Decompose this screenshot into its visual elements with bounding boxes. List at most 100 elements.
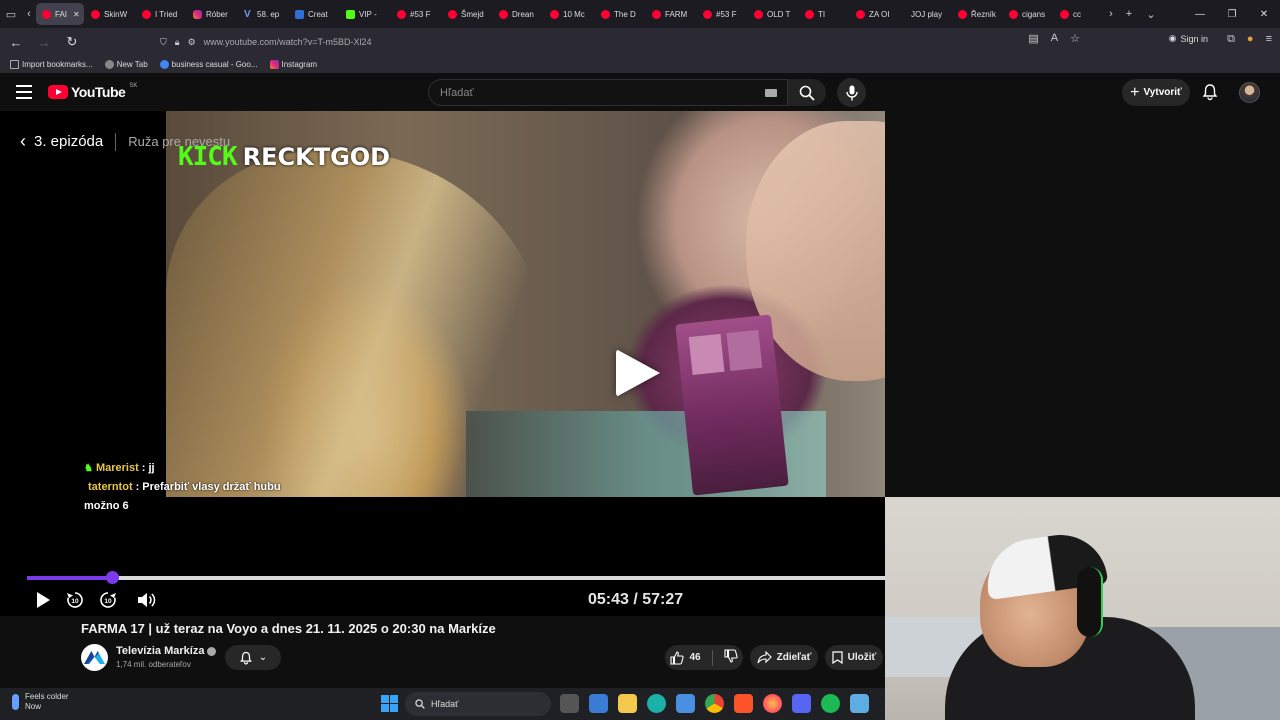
- rewind-10-button[interactable]: 10: [65, 590, 85, 610]
- browser-tab[interactable]: Róber: [187, 3, 237, 25]
- color-picker-icon[interactable]: ●: [1247, 33, 1254, 46]
- youtube-icon: [1009, 9, 1018, 19]
- browser-tab[interactable]: I Tried: [136, 3, 186, 25]
- search-input[interactable]: Hľadať: [428, 79, 788, 106]
- dislike-button[interactable]: [724, 649, 738, 666]
- browser-tab[interactable]: FARM: [646, 3, 696, 25]
- browser-tab[interactable]: VIP -: [340, 3, 390, 25]
- microsoft-store-icon[interactable]: [589, 694, 608, 713]
- extensions-icon[interactable]: ⧉: [1227, 33, 1235, 46]
- address-bar[interactable]: ⛉ 🔒︎ ⚙ www.youtube.com/watch?v=T-m5BD-Xl…: [150, 31, 1074, 53]
- tab-scroll-left-icon[interactable]: ‹: [22, 3, 36, 25]
- reader-view-icon[interactable]: ▤: [1028, 32, 1038, 45]
- channel-name-row[interactable]: Televízia Markíza: [116, 645, 217, 657]
- sign-in-button[interactable]: ◉ Sign in: [1169, 33, 1208, 44]
- microphone-icon: [845, 85, 858, 100]
- minimize-icon[interactable]: —: [1184, 0, 1216, 28]
- chevron-left-icon[interactable]: ‹: [20, 131, 26, 152]
- channel-name[interactable]: Televízia Markíza: [116, 645, 204, 657]
- lock-icon[interactable]: 🔒︎: [175, 37, 180, 48]
- bookmark-new-tab[interactable]: New Tab: [104, 60, 148, 69]
- youtube-icon: [142, 9, 151, 19]
- tab-label: SkinW: [104, 9, 128, 19]
- task-view-icon[interactable]: [560, 694, 579, 713]
- browser-tab[interactable]: 10 Mc: [544, 3, 594, 25]
- browser-tab[interactable]: SkinW: [85, 3, 135, 25]
- close-tab-icon[interactable]: ✕: [73, 10, 80, 19]
- spotify-icon[interactable]: [821, 694, 840, 713]
- back-icon[interactable]: ←: [4, 30, 28, 54]
- account-avatar[interactable]: [1239, 82, 1260, 103]
- browser-tab[interactable]: V 58. ep: [238, 3, 288, 25]
- play-overlay-icon[interactable]: [616, 349, 660, 397]
- weather-widget[interactable]: Feels colder Now: [12, 692, 69, 712]
- youtube-logo[interactable]: YouTube SK: [48, 83, 137, 100]
- browser-tab[interactable]: #53 F: [391, 3, 441, 25]
- tab-scroll-right-icon[interactable]: ›: [1104, 3, 1118, 25]
- bookmark-star-icon[interactable]: ☆: [1070, 32, 1080, 45]
- edge-icon[interactable]: [647, 694, 666, 713]
- url-text[interactable]: www.youtube.com/watch?v=T-m5BD-Xl24: [204, 37, 372, 47]
- episode-divider: [115, 132, 117, 151]
- chat-username: Marerist: [95, 462, 139, 474]
- browser-tab[interactable]: TI: [799, 3, 849, 25]
- browser-tab[interactable]: Šmejd: [442, 3, 492, 25]
- bookmark-import[interactable]: Import bookmarks...: [10, 60, 93, 69]
- thumbs-up-icon: [670, 650, 685, 665]
- chat-badge-icon: ♞: [84, 463, 93, 474]
- video-player[interactable]: [0, 111, 885, 616]
- channel-avatar[interactable]: [81, 644, 108, 671]
- subscription-bell-button[interactable]: ⌄: [225, 645, 281, 670]
- browser-tab[interactable]: #53 F: [697, 3, 747, 25]
- browser-tab[interactable]: Creat: [289, 3, 339, 25]
- start-button-windows-icon[interactable]: [381, 695, 398, 712]
- close-window-icon[interactable]: ✕: [1248, 0, 1280, 28]
- youtube-icon: [397, 9, 406, 19]
- like-button[interactable]: 46: [670, 650, 701, 665]
- create-button[interactable]: + Vytvoriť: [1122, 79, 1190, 106]
- browser-tab[interactable]: ZA OI: [850, 3, 900, 25]
- bookmark-instagram[interactable]: Instagram: [269, 60, 317, 69]
- keyboard-icon[interactable]: [765, 89, 777, 97]
- share-button[interactable]: Zdieľať: [750, 645, 818, 670]
- browser-tab[interactable]: OLD T: [748, 3, 798, 25]
- voice-search-button[interactable]: [837, 78, 866, 107]
- save-button[interactable]: Uložiť: [825, 645, 883, 670]
- browser-tab[interactable]: cigans: [1003, 3, 1053, 25]
- restore-icon[interactable]: ❐: [1216, 0, 1248, 28]
- notifications-bell-icon[interactable]: [1201, 83, 1219, 101]
- progress-bar[interactable]: [27, 571, 885, 584]
- reload-icon[interactable]: ↻: [60, 30, 84, 54]
- browser-tab[interactable]: FAI ✕: [36, 3, 84, 25]
- forward-icon[interactable]: →: [32, 30, 56, 54]
- file-explorer-icon[interactable]: [618, 694, 637, 713]
- translate-icon[interactable]: A: [1051, 32, 1058, 45]
- browser-tab[interactable]: cc: [1054, 3, 1104, 25]
- notepad-icon[interactable]: [850, 694, 869, 713]
- permissions-icon[interactable]: ⚙: [188, 37, 196, 48]
- taskbar-search[interactable]: Hľadať: [405, 692, 551, 716]
- brave-icon[interactable]: [734, 694, 753, 713]
- discord-icon[interactable]: [792, 694, 811, 713]
- sign-in-label: Sign in: [1180, 33, 1208, 44]
- search-button[interactable]: [788, 79, 826, 106]
- firefox-icon[interactable]: [763, 694, 782, 713]
- tracking-shield-icon[interactable]: ⛉: [160, 37, 167, 48]
- chat-text: Prefarbiť vlasy držať hubu: [142, 481, 281, 493]
- forward-10-button[interactable]: 10: [98, 590, 118, 610]
- browser-tab[interactable]: Drean: [493, 3, 543, 25]
- bookmark-business-casual[interactable]: business casual - Goo...: [159, 60, 258, 69]
- tab-list-icon[interactable]: ▭: [0, 3, 22, 25]
- guide-menu-icon[interactable]: [16, 85, 32, 99]
- play-button[interactable]: [33, 590, 53, 610]
- new-tab-icon[interactable]: +: [1118, 3, 1140, 25]
- youtube-play-icon: [48, 85, 68, 99]
- app-menu-icon[interactable]: ≡: [1266, 33, 1272, 46]
- chrome-icon[interactable]: [705, 694, 724, 713]
- volume-button[interactable]: [136, 590, 156, 610]
- photos-icon[interactable]: [676, 694, 695, 713]
- browser-tab[interactable]: The D: [595, 3, 645, 25]
- browser-tab[interactable]: JOJ play: [901, 3, 951, 25]
- all-tabs-chevron-icon[interactable]: ⌄: [1140, 3, 1162, 25]
- browser-tab[interactable]: Řezník: [952, 3, 1002, 25]
